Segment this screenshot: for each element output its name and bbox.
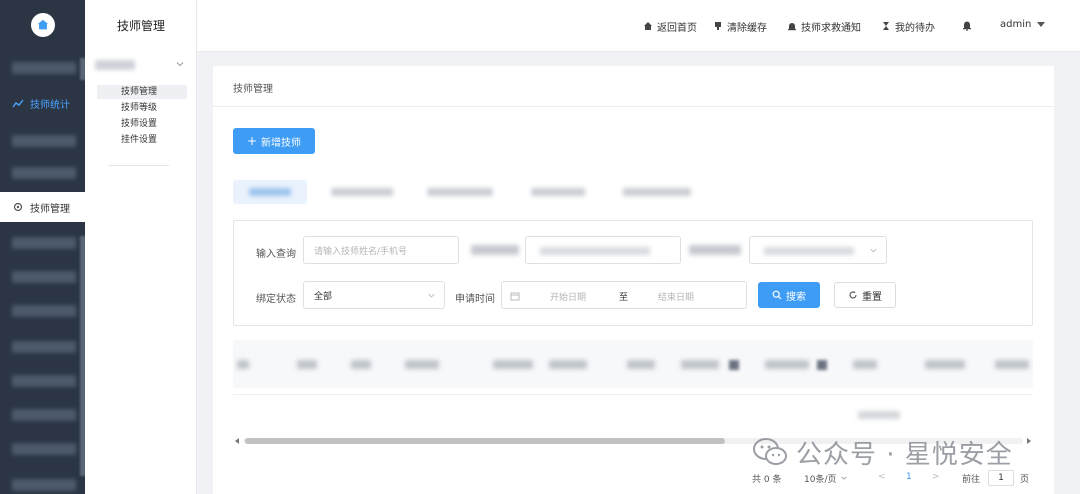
content-card: 技师管理 + 新增技师 输入查询 请输入技师姓名/手机号 绑定状态 全部 申请时… [213, 66, 1054, 494]
filter-label-blurred [471, 245, 519, 255]
search-icon [772, 290, 782, 300]
start-date-input[interactable]: 开始日期 [550, 290, 586, 303]
divider [213, 106, 1054, 107]
filter-select-blurred[interactable] [749, 236, 887, 264]
divider [109, 165, 169, 166]
rail-item-blurred-11[interactable] [0, 470, 85, 494]
scroll-left-icon[interactable] [235, 438, 239, 444]
search-button[interactable]: 搜索 [758, 282, 820, 308]
chevron-down-icon [870, 248, 877, 253]
chart-icon [12, 97, 24, 109]
gear-icon [12, 201, 24, 213]
rail-item-blurred-3[interactable] [0, 158, 85, 188]
sub-sidebar-item-pendant-settings[interactable]: 挂件设置 [97, 133, 187, 147]
rail-item-blurred-9[interactable] [0, 400, 85, 430]
query-input[interactable]: 请输入技师姓名/手机号 [303, 236, 459, 264]
bind-status-label: 绑定状态 [256, 294, 296, 305]
rail-item-blurred-2[interactable] [0, 126, 85, 156]
broom-icon [713, 21, 723, 31]
hourglass-icon [881, 21, 891, 31]
sub-sidebar-item-technician-settings[interactable]: 技师设置 [97, 117, 187, 131]
status-tabs [233, 180, 713, 204]
chevron-down-icon [840, 476, 847, 480]
pagination: 共 0 条 10条/页 < 1 > 前往 1 页 [748, 470, 1048, 488]
table-body [233, 394, 1033, 395]
chevron-down-icon [176, 62, 184, 67]
alert-icon [787, 21, 797, 31]
empty-state-text [858, 411, 900, 419]
goto-page-input[interactable]: 1 [988, 470, 1014, 486]
reset-button[interactable]: 重置 [834, 282, 896, 308]
rail-item-blurred-4[interactable] [0, 228, 85, 258]
goto-label: 前往 [962, 475, 981, 485]
next-page-button[interactable]: > [932, 472, 940, 482]
scroll-right-icon[interactable] [1027, 438, 1031, 444]
prev-page-button[interactable]: < [878, 472, 886, 482]
page-number-current[interactable]: 1 [906, 472, 912, 482]
logo[interactable] [31, 13, 55, 37]
sos-notice-link[interactable]: 技师求救通知 [787, 19, 861, 34]
bell-icon[interactable] [962, 19, 972, 31]
username: admin [1000, 19, 1032, 30]
rail-item-blurred-7[interactable] [0, 332, 85, 362]
end-date-input[interactable]: 结束日期 [658, 290, 694, 303]
filter-input-blurred[interactable] [525, 236, 681, 264]
refresh-icon [848, 290, 858, 300]
rail-item-blurred-5[interactable] [0, 262, 85, 292]
rail-item-label: 技师统计 [30, 99, 70, 111]
rail-item-blurred-1[interactable] [0, 53, 85, 83]
home-link[interactable]: 返回首页 [643, 19, 697, 34]
top-header: 返回首页 清除缓存 技师求救通知 我的待办 admin [197, 0, 1080, 52]
caret-down-icon [1037, 22, 1046, 27]
scrollbar-thumb[interactable] [245, 438, 725, 444]
apply-time-label: 申请时间 [455, 294, 495, 305]
range-separator: 至 [619, 293, 629, 303]
date-range-picker[interactable]: 开始日期 至 结束日期 [501, 281, 747, 309]
chevron-down-icon [428, 293, 435, 298]
filter-label-blurred [689, 245, 741, 255]
tab-4[interactable] [519, 180, 595, 204]
rail-item-blurred-10[interactable] [0, 434, 85, 464]
rail-item-blurred-8[interactable] [0, 366, 85, 396]
tab-2[interactable] [319, 180, 405, 204]
watermark-text: 公众号 · 星悦安全 [796, 439, 1013, 470]
query-label: 输入查询 [256, 249, 296, 260]
main-nav-rail: 技师统计 技师管理 [0, 0, 86, 494]
sub-sidebar-item-technician-manage[interactable]: 技师管理 [97, 85, 187, 99]
rail-item-technician-manage[interactable]: 技师管理 [0, 192, 85, 222]
user-menu[interactable]: admin [1000, 19, 1046, 30]
sub-sidebar-title: 技师管理 [116, 19, 165, 33]
plus-icon: + [246, 134, 258, 148]
rail-item-blurred-6[interactable] [0, 296, 85, 326]
sub-sidebar-group[interactable] [95, 58, 185, 72]
page-suffix: 页 [1020, 475, 1030, 485]
home-logo-icon [37, 19, 49, 30]
total-count: 共 0 条 [752, 475, 782, 485]
rail-item-technician-stats[interactable]: 技师统计 [0, 88, 85, 118]
calendar-icon [510, 292, 520, 301]
wechat-icon [753, 438, 787, 465]
tab-5[interactable] [613, 180, 699, 204]
sub-sidebar-item-technician-level[interactable]: 技师等级 [97, 101, 187, 115]
bind-status-select[interactable]: 全部 [303, 281, 445, 309]
tab-1[interactable] [233, 180, 307, 204]
watermark: 公众号 · 星悦安全 [752, 432, 1013, 472]
tab-3[interactable] [417, 180, 503, 204]
sub-sidebar: 技师管理 技师管理 技师等级 技师设置 挂件设置 [85, 0, 197, 494]
add-technician-button[interactable]: + 新增技师 [233, 128, 315, 154]
my-todo-link[interactable]: 我的待办 [881, 19, 935, 34]
clear-cache-link[interactable]: 清除缓存 [713, 19, 767, 34]
home-icon [643, 21, 653, 31]
table-header [233, 340, 1033, 388]
rail-item-label: 技师管理 [30, 203, 70, 215]
page-size-select[interactable]: 10条/页 [804, 470, 848, 486]
page-title: 技师管理 [233, 84, 273, 95]
